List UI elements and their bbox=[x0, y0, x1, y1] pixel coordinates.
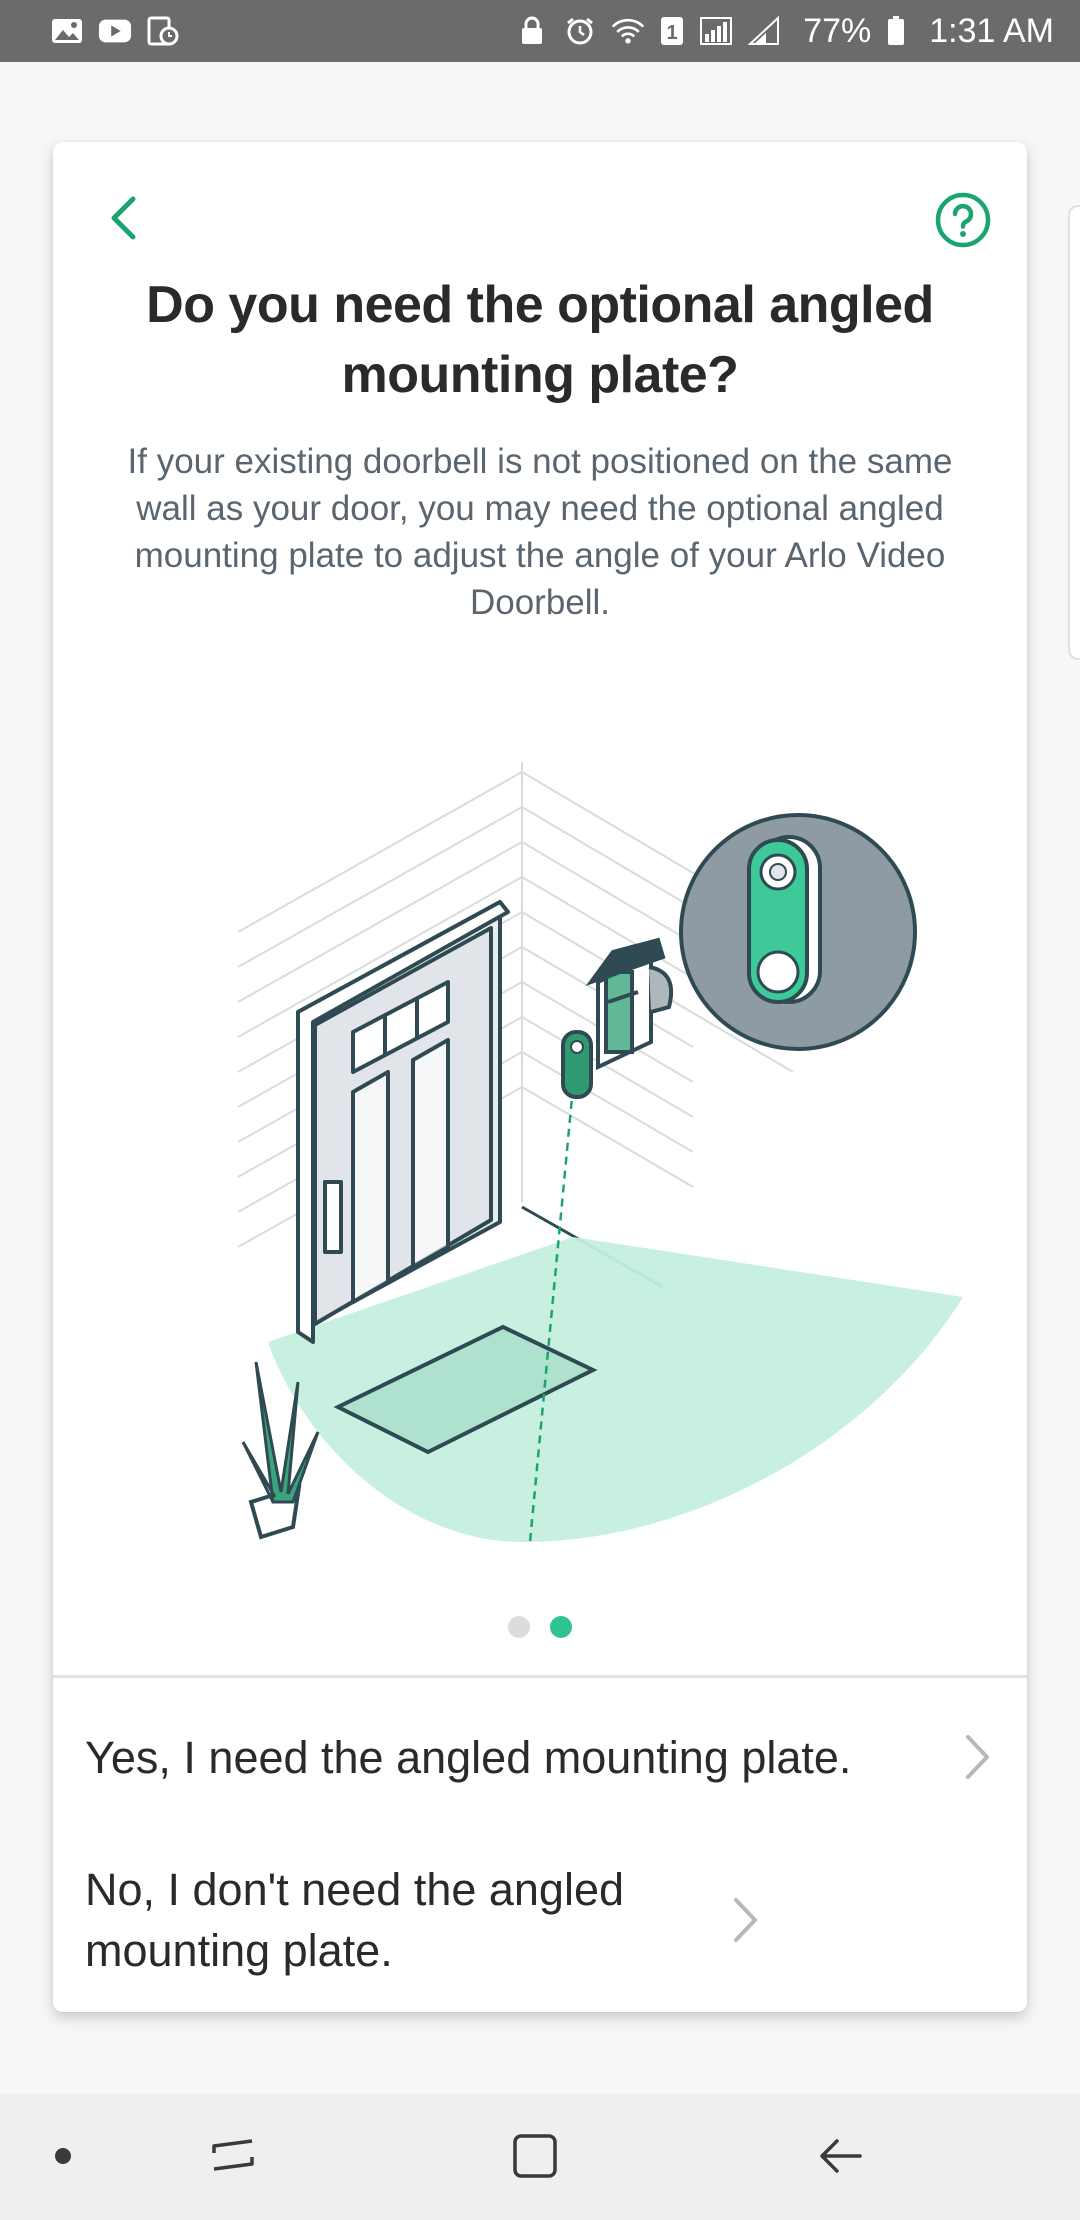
chevron-right-icon bbox=[957, 1727, 997, 1787]
clock-app-icon bbox=[146, 16, 180, 46]
option-label: Yes, I need the angled mounting plate. bbox=[85, 1731, 852, 1783]
image-icon bbox=[50, 16, 84, 46]
page-title: Do you need the optional angled mounting… bbox=[146, 276, 934, 404]
status-bar-right: 1 77% 1:31 AM bbox=[515, 12, 1054, 51]
alarm-icon bbox=[563, 16, 597, 46]
battery-percent: 77% bbox=[803, 11, 872, 50]
clock-time: 1:31 AM bbox=[929, 11, 1054, 50]
divider bbox=[53, 1675, 1027, 1678]
chevron-right-icon bbox=[725, 1890, 765, 1950]
status-bar: 1 77% 1:31 AM bbox=[0, 0, 1080, 62]
setup-card: Do you need the optional angled mounting… bbox=[53, 142, 1027, 2012]
youtube-icon bbox=[98, 16, 132, 46]
battery-icon bbox=[885, 16, 907, 46]
status-bar-left bbox=[50, 16, 180, 46]
option-no-need-plate[interactable]: No, I don't need the angled mounting pla… bbox=[53, 1832, 1027, 2007]
nav-back-button[interactable] bbox=[805, 2123, 875, 2193]
sim-icon: 1 bbox=[659, 16, 685, 46]
option-label: No, I don't need the angled mounting pla… bbox=[85, 1863, 625, 1976]
recent-apps-icon bbox=[208, 2131, 258, 2186]
svg-text:1: 1 bbox=[667, 22, 678, 44]
doorbell-on-wall bbox=[561, 1030, 593, 1099]
lock-icon bbox=[515, 16, 549, 46]
page-description: If your existing doorbell is not positio… bbox=[127, 442, 953, 622]
back-button[interactable] bbox=[93, 190, 153, 250]
chevron-left-icon bbox=[106, 195, 140, 246]
doorbell-illustration bbox=[53, 742, 1027, 1622]
signal-icon bbox=[699, 16, 733, 46]
dot-icon bbox=[53, 2146, 73, 2171]
navigation-bar bbox=[0, 2093, 1080, 2220]
recent-apps-button[interactable] bbox=[198, 2123, 268, 2193]
home-square-icon bbox=[510, 2131, 560, 2186]
signal-2-icon bbox=[747, 16, 781, 46]
pagination-dot-1[interactable] bbox=[508, 1616, 530, 1638]
back-arrow-icon bbox=[815, 2131, 865, 2186]
wifi-icon bbox=[611, 16, 645, 46]
pagination-dots bbox=[53, 1612, 1027, 1642]
option-yes-need-plate[interactable]: Yes, I need the angled mounting plate. bbox=[53, 1682, 1027, 1832]
pagination-dot-2[interactable] bbox=[550, 1616, 572, 1638]
help-circle-icon bbox=[935, 192, 991, 253]
home-button[interactable] bbox=[500, 2123, 570, 2193]
doorbell-zoom bbox=[679, 813, 917, 1051]
nav-dot-button[interactable] bbox=[28, 2123, 98, 2193]
next-card-peek bbox=[1068, 205, 1080, 660]
help-button[interactable] bbox=[933, 192, 993, 252]
